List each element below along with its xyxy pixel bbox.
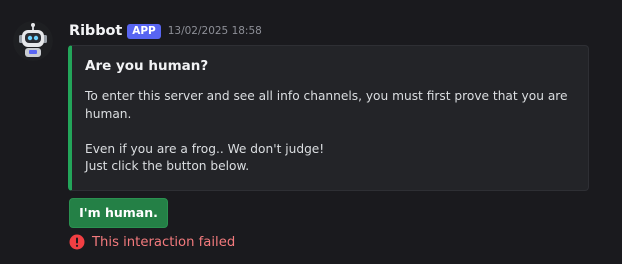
message-timestamp: 13/02/2025 18:58 [167,25,262,37]
robot-avatar-icon[interactable] [13,21,53,61]
im-human-button[interactable]: I'm human. [69,198,168,228]
embed-description-line: human. [85,106,132,121]
error-message: This interaction failed [92,234,236,250]
message-header: Ribbot APP 13/02/2025 18:58 [69,21,262,41]
embed-card: Are you human? To enter this server and … [68,45,589,191]
author-name[interactable]: Ribbot [69,23,122,39]
embed-description-line: To enter this server and see all info ch… [85,89,568,103]
embed-title: Are you human? [85,58,209,74]
embed-description: To enter this server and see all info ch… [85,88,580,176]
app-badge: APP [127,23,161,39]
interaction-error: This interaction failed [69,233,235,251]
embed-description-line: Even if you are a frog.. We don't judge! [85,141,325,156]
embed-description-line: Just click the button below. [85,159,250,173]
exclamation-circle-icon [69,234,85,250]
chat-message: Ribbot APP 13/02/2025 18:58 Are you huma… [0,0,622,264]
